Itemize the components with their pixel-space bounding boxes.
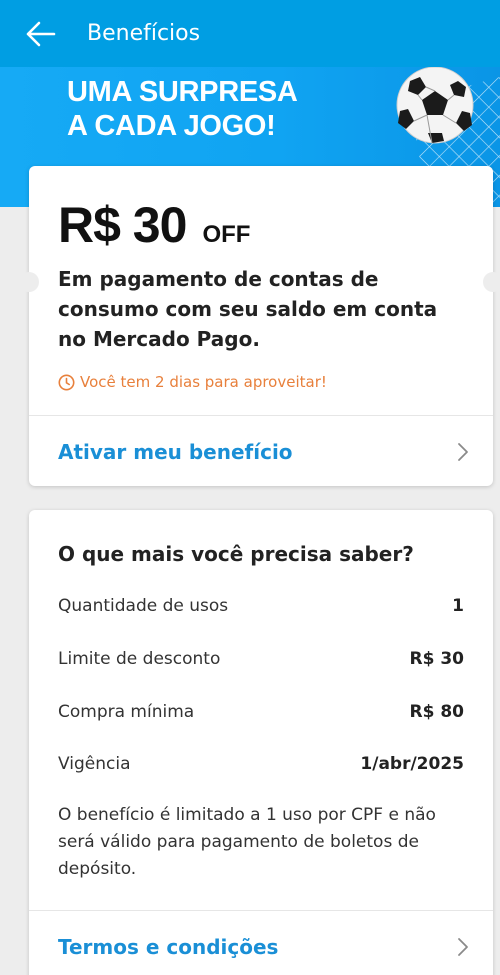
info-label: Limite de desconto [58, 649, 221, 669]
info-row: Compra mínima R$ 80 [58, 702, 464, 722]
offer-description: Em pagamento de contas de consumo com se… [58, 267, 438, 351]
app-bar: Benefícios [0, 0, 500, 67]
info-value: 1 [452, 596, 464, 616]
activate-benefit-label: Ativar meu benefício [58, 440, 293, 464]
divider [29, 415, 493, 416]
info-value: 1/abr/2025 [360, 754, 464, 774]
info-row: Limite de desconto R$ 30 [58, 649, 464, 669]
info-note: O benefício é limitado a 1 uso por CPF e… [58, 805, 436, 879]
info-title: O que mais você precisa saber? [58, 542, 414, 566]
info-card: O que mais você precisa saber? Quantidad… [29, 510, 493, 975]
deadline-text: Você tem 2 dias para aproveitar! [80, 373, 327, 391]
banner-headline: UMA SURPRESA A CADA JOGO! [67, 75, 298, 143]
banner-line-1: UMA SURPRESA [67, 76, 298, 108]
ticket-notch [483, 272, 500, 292]
discount-suffix: OFF [202, 221, 251, 248]
ticket-notch [19, 272, 39, 292]
clock-icon [58, 374, 75, 391]
banner-line-2: A CADA JOGO! [67, 110, 276, 142]
info-value: R$ 80 [409, 702, 465, 722]
page-title: Benefícios [87, 21, 201, 46]
discount-value: R$ 30 [58, 197, 187, 253]
info-row: Vigência 1/abr/2025 [58, 754, 464, 774]
offer-card: R$ 30 OFF Em pagamento de contas de cons… [19, 166, 500, 487]
chevron-right-icon [458, 938, 468, 956]
info-label: Quantidade de usos [58, 596, 229, 616]
deadline-notice: Você tem 2 dias para aproveitar! [58, 373, 327, 391]
discount-amount: R$ 30 OFF [58, 196, 250, 254]
terms-button[interactable]: Termos e condições [29, 912, 493, 975]
back-button[interactable] [0, 0, 80, 67]
activate-benefit-button[interactable]: Ativar meu benefício [29, 417, 493, 487]
divider [29, 910, 493, 911]
info-label: Vigência [58, 754, 131, 774]
arrow-left-icon [26, 21, 56, 46]
chevron-right-icon [458, 443, 468, 461]
info-label: Compra mínima [58, 702, 195, 722]
info-row: Quantidade de usos 1 [58, 596, 464, 616]
info-value: R$ 30 [409, 649, 465, 669]
terms-label: Termos e condições [58, 935, 279, 959]
